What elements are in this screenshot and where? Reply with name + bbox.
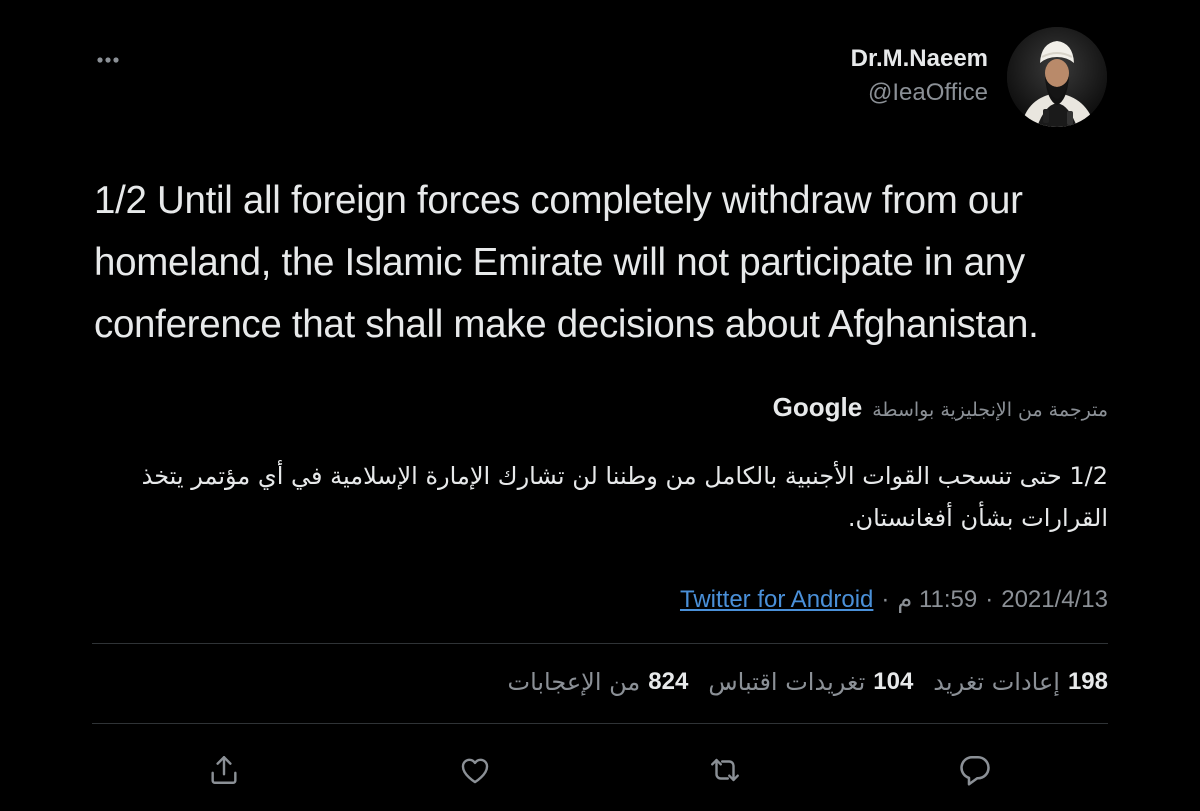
translation-label: مترجمة من الإنجليزية بواسطة	[872, 399, 1108, 421]
share-button[interactable]	[202, 748, 246, 792]
retweet-button[interactable]	[703, 748, 747, 792]
avatar[interactable]	[1007, 27, 1107, 127]
quotes-stat[interactable]: 104 تغريدات اقتباس	[708, 668, 913, 696]
divider	[92, 643, 1108, 644]
author-handle[interactable]: @IeaOffice	[851, 78, 988, 108]
quotes-count: 104	[873, 668, 914, 695]
author-info[interactable]: Dr.M.Naeem @IeaOffice	[851, 44, 988, 108]
tweet-stats: 198 إعادات تغريد 104 تغريدات اقتباس 824 …	[507, 668, 1108, 696]
share-icon	[211, 756, 237, 784]
more-options-button[interactable]	[92, 48, 132, 72]
like-button[interactable]	[453, 748, 497, 792]
like-icon	[461, 758, 489, 784]
likes-count: 824	[648, 668, 689, 695]
tweet-meta: Twitter for Android · 11:59 م · 2021/4/1…	[680, 585, 1108, 614]
more-horizontal-icon	[97, 57, 119, 63]
meta-separator: ·	[985, 586, 994, 613]
translated-text: 1/2 حتى تنسحب القوات الأجنبية بالكامل من…	[141, 462, 1108, 532]
retweets-stat[interactable]: 198 إعادات تغريد	[933, 668, 1108, 696]
avatar-image	[1007, 27, 1107, 127]
divider	[92, 723, 1108, 724]
retweet-icon	[711, 758, 739, 782]
retweets-label: إعادات تغريد	[933, 668, 1060, 696]
tweet-time: 11:59 م	[897, 586, 978, 613]
source-link[interactable]: Twitter for Android	[680, 586, 873, 614]
quotes-label: تغريدات اقتباس	[708, 668, 866, 696]
reply-icon	[960, 755, 990, 786]
tweet-text: 1/2 Until all foreign forces completely …	[94, 179, 1039, 346]
meta-separator: ·	[881, 586, 890, 613]
reply-button[interactable]	[953, 748, 997, 792]
author-name[interactable]: Dr.M.Naeem	[851, 44, 988, 74]
retweets-count: 198	[1067, 668, 1108, 695]
likes-stat[interactable]: 824 من الإعجابات	[507, 668, 688, 696]
tweet-date: 2021/4/13	[1001, 586, 1108, 613]
google-logo: Google	[772, 392, 863, 422]
likes-label: من الإعجابات	[507, 668, 641, 696]
translation-attribution: مترجمة من الإنجليزية بواسطة Google	[773, 392, 1108, 423]
